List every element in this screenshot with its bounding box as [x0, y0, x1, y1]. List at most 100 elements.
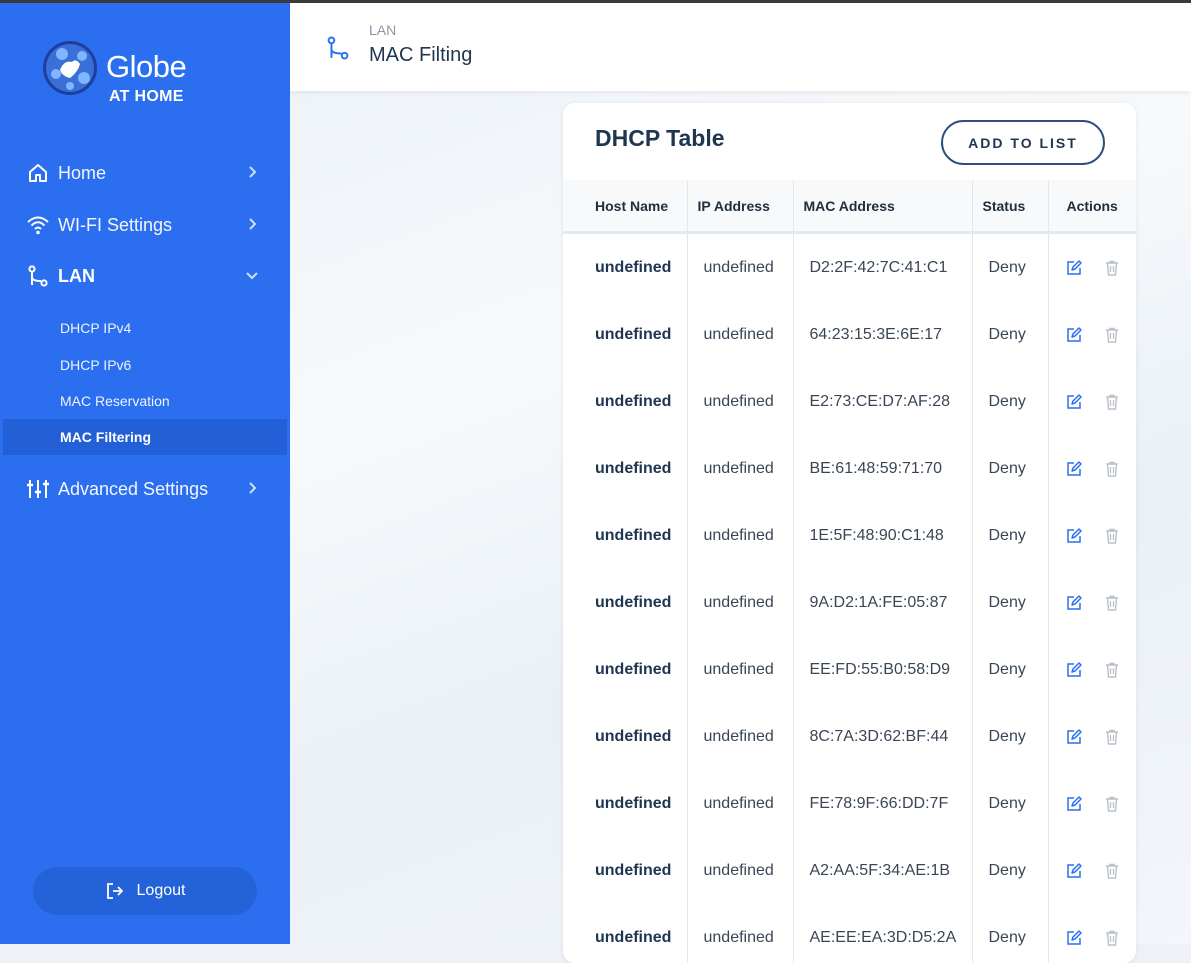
trash-icon[interactable] — [1103, 594, 1121, 612]
cell-status: Deny — [972, 569, 1049, 636]
nav-label-lan: LAN — [58, 265, 95, 286]
cell-host-name: undefined — [563, 569, 688, 636]
edit-icon[interactable] — [1065, 862, 1083, 880]
trash-icon[interactable] — [1103, 259, 1121, 277]
sidebar-item-label: DHCP IPv4 — [60, 320, 132, 336]
lan-icon — [327, 36, 349, 60]
cell-actions — [1048, 703, 1136, 770]
cell-status: Deny — [972, 703, 1049, 770]
cell-host-name: undefined — [563, 837, 688, 904]
cell-status: Deny — [972, 837, 1049, 904]
sliders-icon — [26, 477, 50, 501]
table-row: undefined undefined BE:61:48:59:71:70 Deny — [563, 435, 1136, 502]
cell-status: Deny — [972, 636, 1049, 703]
edit-icon[interactable] — [1065, 728, 1083, 746]
dhcp-table: Host Name IP Address MAC Address Status … — [563, 180, 1136, 963]
sidebar-item-mac-reservation[interactable]: MAC Reservation — [3, 383, 287, 419]
dhcp-table-card: DHCP Table ADD TO LIST Host Name IP Addr… — [563, 103, 1136, 963]
trash-icon[interactable] — [1103, 728, 1121, 746]
add-to-list-button[interactable]: ADD TO LIST — [941, 120, 1105, 165]
column-header-actions: Actions — [1048, 180, 1136, 234]
cell-ip-address: undefined — [687, 502, 794, 569]
cell-mac-address: 9A:D2:1A:FE:05:87 — [793, 569, 973, 636]
cell-mac-address: EE:FD:55:B0:58:D9 — [793, 636, 973, 703]
cell-host-name: undefined — [563, 636, 688, 703]
cell-status: Deny — [972, 232, 1049, 301]
edit-icon[interactable] — [1065, 259, 1083, 277]
cell-status: Deny — [972, 301, 1049, 368]
sidebar-item-dhcp-ipv6[interactable]: DHCP IPv6 — [3, 347, 287, 383]
cell-actions — [1048, 502, 1136, 569]
table-row: undefined undefined AE:EE:EA:3D:D5:2A Deny — [563, 904, 1136, 963]
cell-ip-address: undefined — [687, 232, 794, 301]
cell-mac-address: D2:2F:42:7C:41:C1 — [793, 232, 973, 301]
cell-mac-address: FE:78:9F:66:DD:7F — [793, 770, 973, 837]
table-row: undefined undefined 8C:7A:3D:62:BF:44 Deny — [563, 703, 1136, 770]
trash-icon[interactable] — [1103, 326, 1121, 344]
cell-ip-address: undefined — [687, 904, 794, 963]
cell-host-name: undefined — [563, 703, 688, 770]
trash-icon[interactable] — [1103, 527, 1121, 545]
logout-button[interactable]: Logout — [33, 867, 257, 915]
table-row: undefined undefined E2:73:CE:D7:AF:28 Deny — [563, 368, 1136, 435]
cell-actions — [1048, 904, 1136, 963]
sidebar-item-dhcp-ipv4[interactable]: DHCP IPv4 — [3, 310, 287, 346]
cell-ip-address: undefined — [687, 435, 794, 502]
brand-subtitle: AT HOME — [109, 88, 184, 105]
logout-icon — [106, 883, 123, 899]
cell-host-name: undefined — [563, 435, 688, 502]
edit-icon[interactable] — [1065, 795, 1083, 813]
cell-status: Deny — [972, 904, 1049, 963]
trash-icon[interactable] — [1103, 393, 1121, 411]
edit-icon[interactable] — [1065, 393, 1083, 411]
column-header-host-name[interactable]: Host Name — [563, 180, 688, 234]
card-title: DHCP Table — [595, 125, 725, 151]
cell-status: Deny — [972, 435, 1049, 502]
cell-host-name: undefined — [563, 301, 688, 368]
page-title: MAC Filting — [369, 44, 473, 66]
edit-icon[interactable] — [1065, 661, 1083, 679]
nav-item-advanced-settings[interactable]: Advanced Settings — [26, 473, 266, 505]
table-row: undefined undefined FE:78:9F:66:DD:7F Deny — [563, 770, 1136, 837]
globe-logo-icon — [43, 41, 97, 95]
edit-icon[interactable] — [1065, 594, 1083, 612]
trash-icon[interactable] — [1103, 460, 1121, 478]
nav-item-wifi[interactable]: WI-FI Settings — [26, 209, 266, 241]
sidebar: Globe AT HOME Home WI-FI Settings LAN DH… — [0, 3, 290, 944]
sidebar-item-label: MAC Filtering — [60, 429, 151, 445]
column-header-status[interactable]: Status — [972, 180, 1049, 234]
cell-actions — [1048, 368, 1136, 435]
sidebar-item-mac-filtering[interactable]: MAC Filtering — [3, 419, 287, 455]
edit-icon[interactable] — [1065, 326, 1083, 344]
cell-mac-address: 1E:5F:48:90:C1:48 — [793, 502, 973, 569]
chevron-right-icon — [249, 166, 257, 178]
chevron-down-icon — [246, 272, 258, 280]
chevron-right-icon — [249, 218, 257, 230]
column-header-mac-address[interactable]: MAC Address — [793, 180, 973, 234]
column-header-ip-address[interactable]: IP Address — [687, 180, 794, 234]
cell-status: Deny — [972, 368, 1049, 435]
nav-item-home[interactable]: Home — [26, 157, 266, 189]
table-row: undefined undefined 9A:D2:1A:FE:05:87 Deny — [563, 569, 1136, 636]
trash-icon[interactable] — [1103, 795, 1121, 813]
add-to-list-label: ADD TO LIST — [968, 134, 1078, 151]
home-icon — [26, 161, 50, 185]
window-top-border — [0, 0, 1191, 3]
cell-ip-address: undefined — [687, 569, 794, 636]
cell-actions — [1048, 770, 1136, 837]
cell-host-name: undefined — [563, 368, 688, 435]
table-row: undefined undefined 64:23:15:3E:6E:17 Deny — [563, 301, 1136, 368]
chevron-right-icon — [249, 482, 257, 494]
breadcrumb: LAN — [369, 22, 397, 38]
cell-actions — [1048, 837, 1136, 904]
nav-item-lan[interactable]: LAN — [26, 260, 266, 292]
wifi-icon — [26, 213, 50, 237]
trash-icon[interactable] — [1103, 661, 1121, 679]
edit-icon[interactable] — [1065, 527, 1083, 545]
cell-ip-address: undefined — [687, 368, 794, 435]
edit-icon[interactable] — [1065, 460, 1083, 478]
cell-host-name: undefined — [563, 502, 688, 569]
trash-icon[interactable] — [1103, 862, 1121, 880]
cell-actions — [1048, 301, 1136, 368]
table-row: undefined undefined A2:AA:5F:34:AE:1B Deny — [563, 837, 1136, 904]
